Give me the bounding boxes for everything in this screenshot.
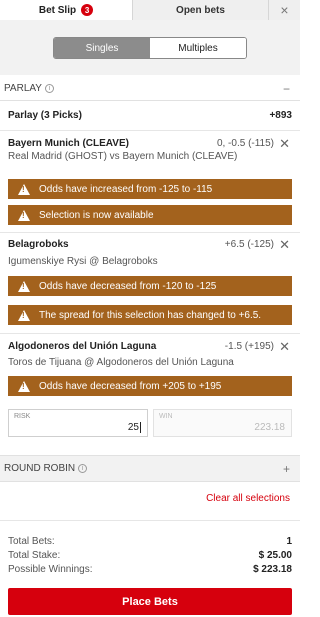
alert-text: Odds have increased from -125 to -115 — [39, 183, 213, 195]
expand-icon[interactable]: + — [283, 462, 290, 476]
warning-icon — [18, 380, 30, 392]
alert-text: Selection is now available — [39, 209, 154, 221]
parlay-section-title: PARLAY — [4, 83, 42, 94]
bet-type-segmented-control: Singles Multiples — [53, 37, 247, 59]
parlay-odds: +893 — [269, 110, 292, 121]
remove-selection-icon[interactable]: ✕ — [279, 136, 290, 152]
alert-text: The spread for this selection has change… — [39, 309, 262, 321]
parlay-section-header[interactable]: PARLAY i − — [0, 77, 300, 101]
win-value: 223.18 — [254, 422, 285, 433]
selection-odds: +6.5 (-125) — [224, 239, 274, 250]
selection-team: Belagroboks — [8, 239, 69, 250]
total-bets-value: 1 — [286, 536, 292, 547]
warning-icon — [18, 209, 30, 221]
bet-type-toolbar: Singles Multiples — [0, 20, 300, 75]
info-icon[interactable]: i — [78, 464, 88, 473]
total-bets-label: Total Bets: — [8, 536, 55, 547]
selection-match: Igumenskiye Rysi @ Belagroboks — [8, 256, 158, 267]
remove-selection-icon[interactable]: ✕ — [279, 237, 290, 253]
collapse-icon[interactable]: − — [283, 82, 290, 96]
singles-button[interactable]: Singles — [54, 38, 150, 58]
selection-odds: -1.5 (+195) — [224, 341, 274, 352]
win-label: WIN — [159, 413, 173, 420]
selection-match: Toros de Tijuana @ Algodoneros del Unión… — [8, 357, 234, 368]
divider — [0, 130, 300, 131]
divider — [0, 520, 300, 521]
multiples-button[interactable]: Multiples — [150, 38, 246, 58]
possible-winnings-value: $ 223.18 — [253, 564, 292, 575]
remove-selection-icon[interactable]: ✕ — [279, 339, 290, 355]
warning-icon — [18, 183, 30, 195]
close-icon[interactable]: × — [268, 0, 300, 20]
selection-odds: 0, -0.5 (-115) — [216, 138, 274, 149]
divider — [0, 232, 300, 233]
warning-icon — [18, 280, 30, 292]
tab-open-bets[interactable]: Open bets — [132, 0, 268, 20]
alert-text: Odds have decreased from -120 to -125 — [39, 280, 217, 292]
possible-winnings-row: Possible Winnings: $ 223.18 — [8, 564, 292, 575]
alert-banner: Odds have increased from -125 to -115 — [8, 179, 292, 199]
selection-team: Bayern Munich (CLEAVE) — [8, 138, 129, 149]
betslip-tabs: Bet Slip 3 Open bets × — [0, 0, 300, 20]
warning-icon — [18, 309, 30, 321]
tab-bet-slip-label: Bet Slip — [38, 4, 77, 16]
total-stake-label: Total Stake: — [8, 550, 61, 561]
alert-banner: Odds have decreased from -120 to -125 — [8, 276, 292, 296]
alert-banner: Selection is now available — [8, 205, 292, 225]
total-stake-value: $ 25.00 — [258, 550, 292, 561]
round-robin-section-header[interactable]: ROUND ROBIN i + — [0, 455, 300, 482]
round-robin-title: ROUND ROBIN — [4, 463, 76, 474]
risk-input[interactable]: RISK 25 — [8, 409, 148, 437]
win-field: WIN 223.18 — [153, 409, 292, 437]
parlay-summary: Parlay (3 Picks) +893 — [8, 110, 292, 121]
possible-winnings-label: Possible Winnings: — [8, 564, 93, 575]
risk-value: 25 — [127, 421, 141, 433]
tab-bet-slip[interactable]: Bet Slip 3 — [0, 0, 132, 20]
place-bets-button[interactable]: Place Bets — [8, 588, 292, 615]
info-icon[interactable]: i — [44, 84, 54, 93]
alert-banner: The spread for this selection has change… — [8, 305, 292, 325]
total-bets-row: Total Bets: 1 — [8, 536, 292, 547]
selection-team: Algodoneros del Unión Laguna — [8, 341, 157, 352]
parlay-title: Parlay (3 Picks) — [8, 110, 82, 121]
selection-match: Real Madrid (GHOST) vs Bayern Munich (CL… — [8, 151, 238, 162]
clear-all-selections-link[interactable]: Clear all selections — [206, 493, 290, 504]
alert-banner: Odds have decreased from +205 to +195 — [8, 376, 292, 396]
total-stake-row: Total Stake: $ 25.00 — [8, 550, 292, 561]
bet-count-badge: 3 — [81, 4, 94, 16]
divider — [0, 333, 300, 334]
text-caret — [140, 421, 141, 433]
alert-text: Odds have decreased from +205 to +195 — [39, 380, 222, 392]
risk-label: RISK — [14, 413, 31, 420]
